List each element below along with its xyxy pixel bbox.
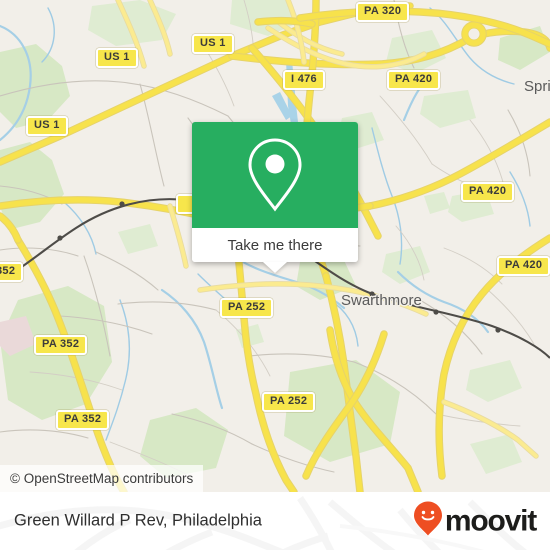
- place-label-springfield: Sprin: [524, 78, 550, 95]
- moovit-smile-pin-icon: [413, 501, 443, 542]
- location-popup-card[interactable]: Take me there: [192, 122, 358, 273]
- take-me-there-button[interactable]: Take me there: [192, 228, 358, 273]
- popup-pin-panel: [192, 122, 358, 228]
- road-shield[interactable]: PA 420: [497, 256, 550, 276]
- place-label-swarthmore: Swarthmore: [341, 292, 422, 309]
- moovit-logo: moovit: [413, 501, 537, 542]
- road-shield[interactable]: PA 420: [387, 70, 441, 90]
- road-shield[interactable]: US 1: [26, 116, 68, 136]
- popup-pointer-tail: [263, 262, 287, 273]
- footer-bar: Green Willard P Rev, Philadelphia moovit: [0, 492, 550, 550]
- page-title: Green Willard P Rev, Philadelphia: [14, 511, 262, 530]
- road-shield[interactable]: PA 352: [34, 335, 88, 355]
- moovit-wordmark: moovit: [444, 504, 537, 537]
- road-shield[interactable]: PA 320: [356, 2, 410, 22]
- road-shield[interactable]: US 1: [192, 34, 234, 54]
- road-shield[interactable]: I 476: [283, 70, 325, 90]
- osm-attribution[interactable]: © OpenStreetMap contributors: [0, 465, 204, 492]
- take-me-there-label: Take me there: [227, 236, 323, 254]
- road-shield[interactable]: US 1: [96, 48, 138, 68]
- location-pin-icon: [244, 135, 306, 215]
- road-shield[interactable]: PA 352: [56, 410, 110, 430]
- road-shield[interactable]: 352: [0, 262, 24, 282]
- road-shield[interactable]: PA 252: [262, 392, 316, 412]
- map-screenshot-root: .grn { fill:#d7e8c5; } .grn2 { fill:#dfe…: [0, 0, 550, 550]
- road-shield[interactable]: PA 420: [461, 182, 515, 202]
- map-canvas[interactable]: .grn { fill:#d7e8c5; } .grn2 { fill:#dfe…: [0, 0, 550, 492]
- road-shield[interactable]: PA 252: [220, 298, 274, 318]
